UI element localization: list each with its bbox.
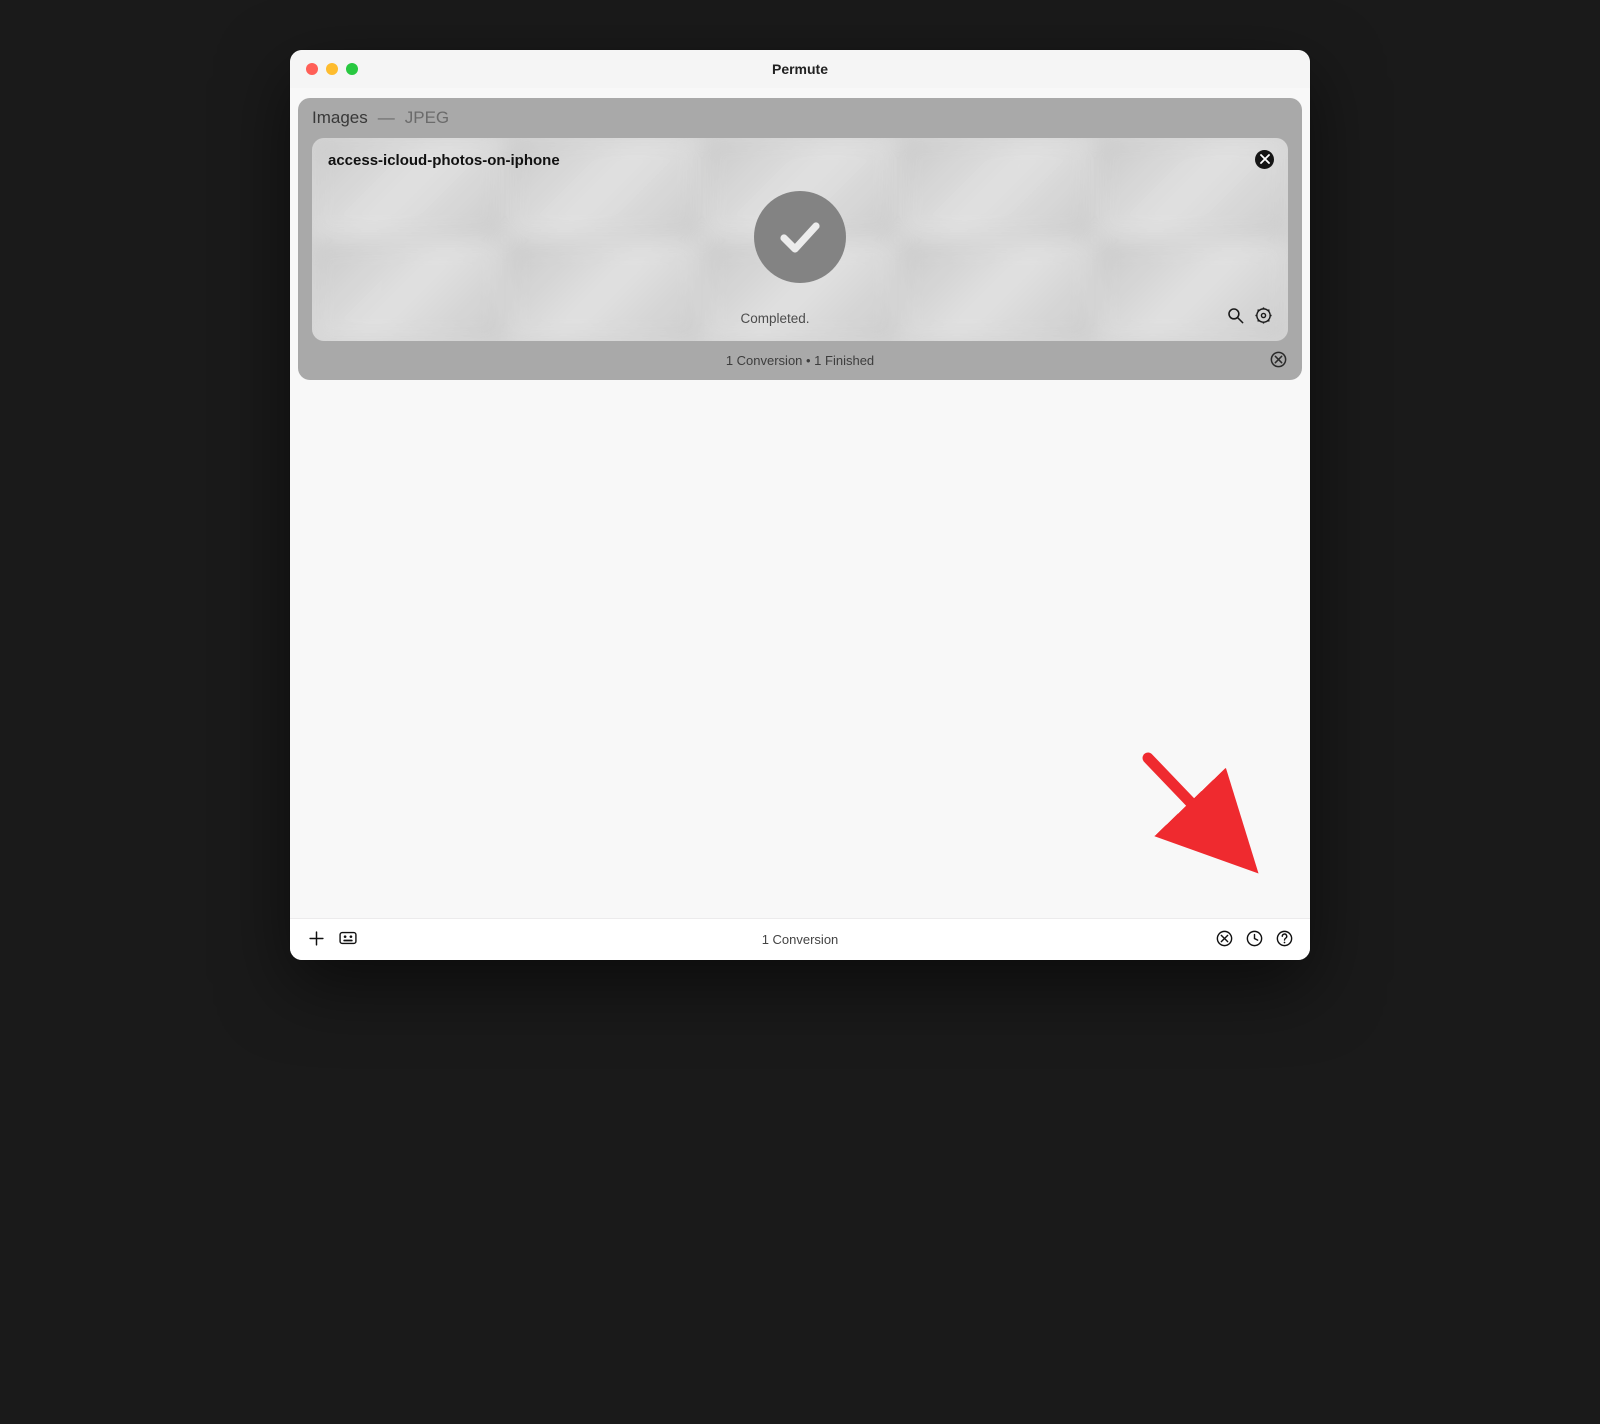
conversion-card[interactable]: access-icloud-photos-on-iphone Completed… [312,138,1288,341]
cancel-circle-icon [1215,929,1234,951]
card-footer: Completed. [312,305,1288,341]
title-bar: Permute [290,50,1310,88]
main-area: Images — JPEG access-icloud-photos-on-ip… [290,88,1310,918]
magnifier-icon [1226,306,1245,330]
help-button[interactable] [1274,930,1294,950]
card-actions [1224,307,1274,329]
card-remove-button[interactable] [1255,150,1274,169]
card-status-text: Completed. [326,311,1224,326]
group-header[interactable]: Images — JPEG [298,98,1302,138]
window-minimize-button[interactable] [326,63,338,75]
presets-button[interactable] [338,930,358,950]
clock-icon [1245,929,1264,951]
group-category: Images [312,108,368,128]
card-settings-button[interactable] [1252,307,1274,329]
bottom-status-text: 1 Conversion [290,932,1310,947]
robot-icon [338,930,358,949]
reveal-in-finder-button[interactable] [1224,307,1246,329]
conversion-group: Images — JPEG access-icloud-photos-on-ip… [298,98,1302,380]
checkmark-icon [754,191,846,283]
annotation-arrow [1130,740,1270,880]
gear-icon [1254,306,1273,330]
window-zoom-button[interactable] [346,63,358,75]
clear-all-button[interactable] [1214,930,1234,950]
group-format: JPEG [405,108,449,128]
window-title: Permute [290,61,1310,77]
bottom-bar-right [1214,930,1294,950]
traffic-lights [306,63,358,75]
group-clear-button[interactable] [1268,351,1288,371]
group-separator: — [378,108,395,128]
window-close-button[interactable] [306,63,318,75]
close-icon [1260,151,1270,169]
clear-icon [1269,350,1288,372]
group-footer: 1 Conversion • 1 Finished [298,341,1302,380]
bottom-bar-left [306,930,358,950]
app-window: Permute Images — JPEG access-icloud-phot… [290,50,1310,960]
history-button[interactable] [1244,930,1264,950]
plus-icon [308,930,325,950]
bottom-bar: 1 Conversion [290,918,1310,960]
add-button[interactable] [306,930,326,950]
group-summary-text: 1 Conversion • 1 Finished [726,353,874,368]
question-circle-icon [1275,929,1294,951]
